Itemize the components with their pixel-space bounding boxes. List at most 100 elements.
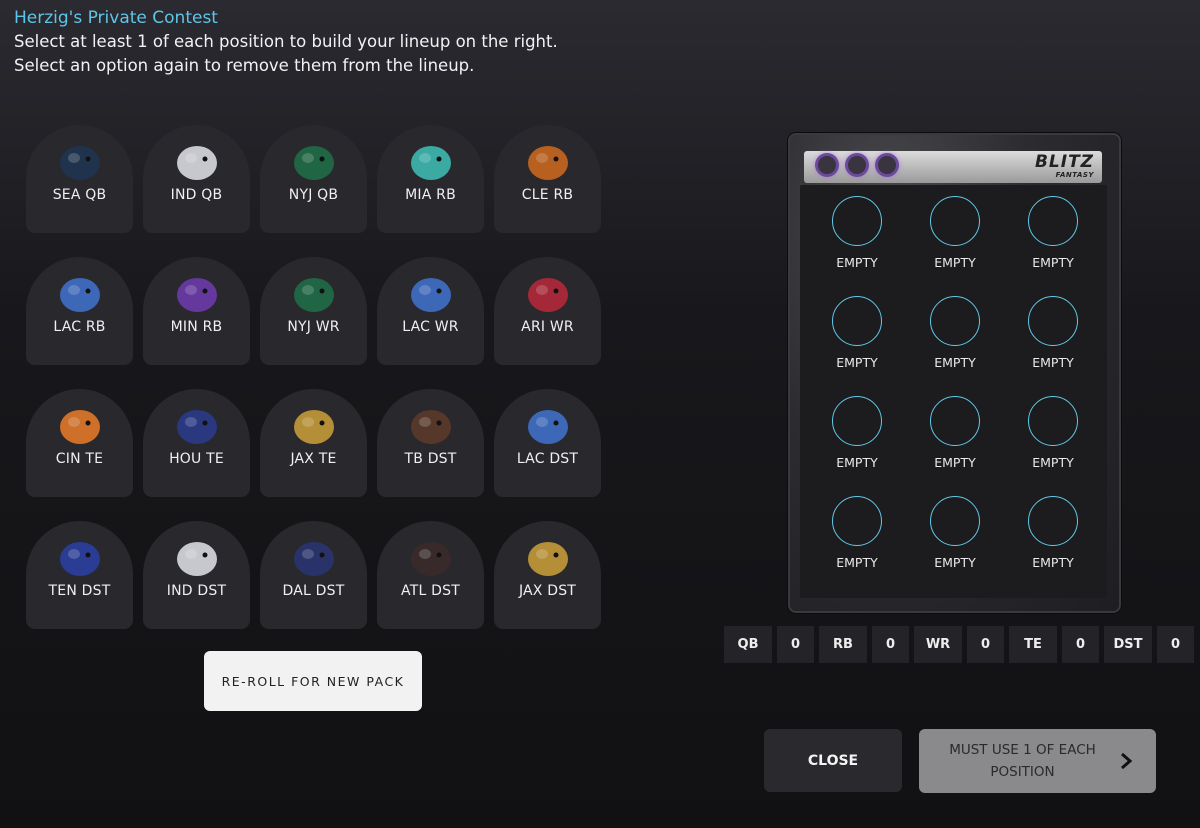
horse-icon — [176, 146, 217, 180]
lineup-slot[interactable]: EMPTY — [817, 196, 897, 270]
position-label: QB — [724, 626, 772, 663]
slot-ring — [1028, 196, 1078, 246]
player-card[interactable]: MIN RB — [143, 257, 250, 365]
player-card[interactable]: CLE RB — [494, 125, 601, 233]
lineup-slot[interactable]: EMPTY — [1013, 196, 1093, 270]
horse-icon — [176, 542, 217, 576]
player-card[interactable]: HOU TE — [143, 389, 250, 497]
position-label: WR — [914, 626, 962, 663]
player-card-label: IND DST — [166, 583, 227, 599]
slot-label: EMPTY — [836, 255, 878, 270]
reroll-button[interactable]: RE-ROLL FOR NEW PACK — [204, 651, 422, 711]
player-card[interactable]: MIA RB — [377, 125, 484, 233]
lineup-slot[interactable]: EMPTY — [817, 396, 897, 470]
player-card[interactable]: ARI WR — [494, 257, 601, 365]
position-count: 0 — [1062, 626, 1099, 663]
player-card-label: HOU TE — [169, 451, 224, 467]
player-card[interactable]: TB DST — [377, 389, 484, 497]
logo-subtext: FANTASY — [1055, 171, 1094, 179]
board-light-icon — [848, 156, 866, 174]
lightning-horse-icon — [59, 278, 100, 312]
player-card-label: NYJ QB — [288, 187, 339, 203]
player-card[interactable]: IND QB — [143, 125, 250, 233]
slot-ring — [832, 396, 882, 446]
player-card[interactable]: JAX TE — [260, 389, 367, 497]
submit-label-line-2: POSITION — [990, 764, 1055, 780]
player-card-label: NYJ WR — [287, 319, 340, 335]
player-card-label: JAX DST — [518, 583, 577, 599]
player-card[interactable]: NYJ WR — [260, 257, 367, 365]
cardinal-icon — [527, 278, 568, 312]
player-card-label: ATL DST — [401, 583, 460, 599]
lightning-horse-icon — [410, 278, 451, 312]
dolphin-icon — [410, 146, 451, 180]
player-card-label: ARI WR — [521, 319, 574, 335]
player-card-label: TEN DST — [48, 583, 111, 599]
seahawk-icon — [59, 146, 100, 180]
player-card-label: LAC RB — [53, 319, 106, 335]
slot-ring — [832, 296, 882, 346]
player-card-label: TB DST — [404, 451, 457, 467]
slot-ring — [1028, 496, 1078, 546]
slot-ring — [930, 496, 980, 546]
player-card[interactable]: TEN DST — [26, 521, 133, 629]
slot-label: EMPTY — [1032, 355, 1074, 370]
slot-ring — [832, 196, 882, 246]
slot-label: EMPTY — [1032, 255, 1074, 270]
contest-title: Herzig's Private Contest — [14, 8, 218, 28]
player-card[interactable]: ATL DST — [377, 521, 484, 629]
titan-icon — [59, 542, 100, 576]
slot-ring — [930, 396, 980, 446]
tiger-icon — [59, 410, 100, 444]
position-count: 0 — [777, 626, 814, 663]
header: Herzig's Private Contest Select at least… — [14, 6, 558, 78]
lineup-slot[interactable]: EMPTY — [817, 296, 897, 370]
falcon-icon — [410, 542, 451, 576]
player-card-label: SEA QB — [52, 187, 107, 203]
slot-ring — [930, 196, 980, 246]
player-card-label: LAC DST — [516, 451, 579, 467]
bull-icon — [176, 410, 217, 444]
slot-label: EMPTY — [836, 455, 878, 470]
slot-label: EMPTY — [836, 355, 878, 370]
player-card[interactable]: NYJ QB — [260, 125, 367, 233]
jet-icon — [293, 146, 334, 180]
lineup-slot[interactable]: EMPTY — [1013, 396, 1093, 470]
player-card-label: LAC WR — [402, 319, 459, 335]
player-card[interactable]: IND DST — [143, 521, 250, 629]
player-card-label: DAL DST — [282, 583, 345, 599]
lineup-slot[interactable]: EMPTY — [1013, 496, 1093, 570]
slot-label: EMPTY — [836, 555, 878, 570]
viking-helmet-icon — [176, 278, 217, 312]
slot-label: EMPTY — [934, 355, 976, 370]
player-card[interactable]: SEA QB — [26, 125, 133, 233]
player-card[interactable]: LAC DST — [494, 389, 601, 497]
player-card-label: MIA RB — [405, 187, 456, 203]
slot-label: EMPTY — [1032, 455, 1074, 470]
lineup-slot[interactable]: EMPTY — [1013, 296, 1093, 370]
slot-label: EMPTY — [1032, 555, 1074, 570]
chevron-right-icon — [1121, 752, 1133, 770]
lineup-slot[interactable]: EMPTY — [915, 396, 995, 470]
player-card[interactable]: LAC WR — [377, 257, 484, 365]
player-card[interactable]: DAL DST — [260, 521, 367, 629]
slot-ring — [1028, 396, 1078, 446]
board-clip: BLITZ FANTASY — [804, 151, 1102, 183]
player-card[interactable]: CIN TE — [26, 389, 133, 497]
close-button[interactable]: CLOSE — [764, 729, 902, 792]
player-card[interactable]: LAC RB — [26, 257, 133, 365]
slot-ring — [930, 296, 980, 346]
lineup-slot[interactable]: EMPTY — [915, 196, 995, 270]
submit-lineup-button[interactable]: MUST USE 1 OF EACH POSITION — [919, 729, 1156, 793]
jaguar-icon — [527, 542, 568, 576]
lineup-slot[interactable]: EMPTY — [915, 296, 995, 370]
player-card[interactable]: JAX DST — [494, 521, 601, 629]
jet-icon — [293, 278, 334, 312]
blitz-logo: BLITZ FANTASY — [1035, 153, 1094, 179]
pirate-icon — [410, 410, 451, 444]
position-count: 0 — [1157, 626, 1194, 663]
slot-label: EMPTY — [934, 455, 976, 470]
lineup-slot[interactable]: EMPTY — [915, 496, 995, 570]
lineup-slot[interactable]: EMPTY — [817, 496, 897, 570]
bulldog-icon — [527, 146, 568, 180]
